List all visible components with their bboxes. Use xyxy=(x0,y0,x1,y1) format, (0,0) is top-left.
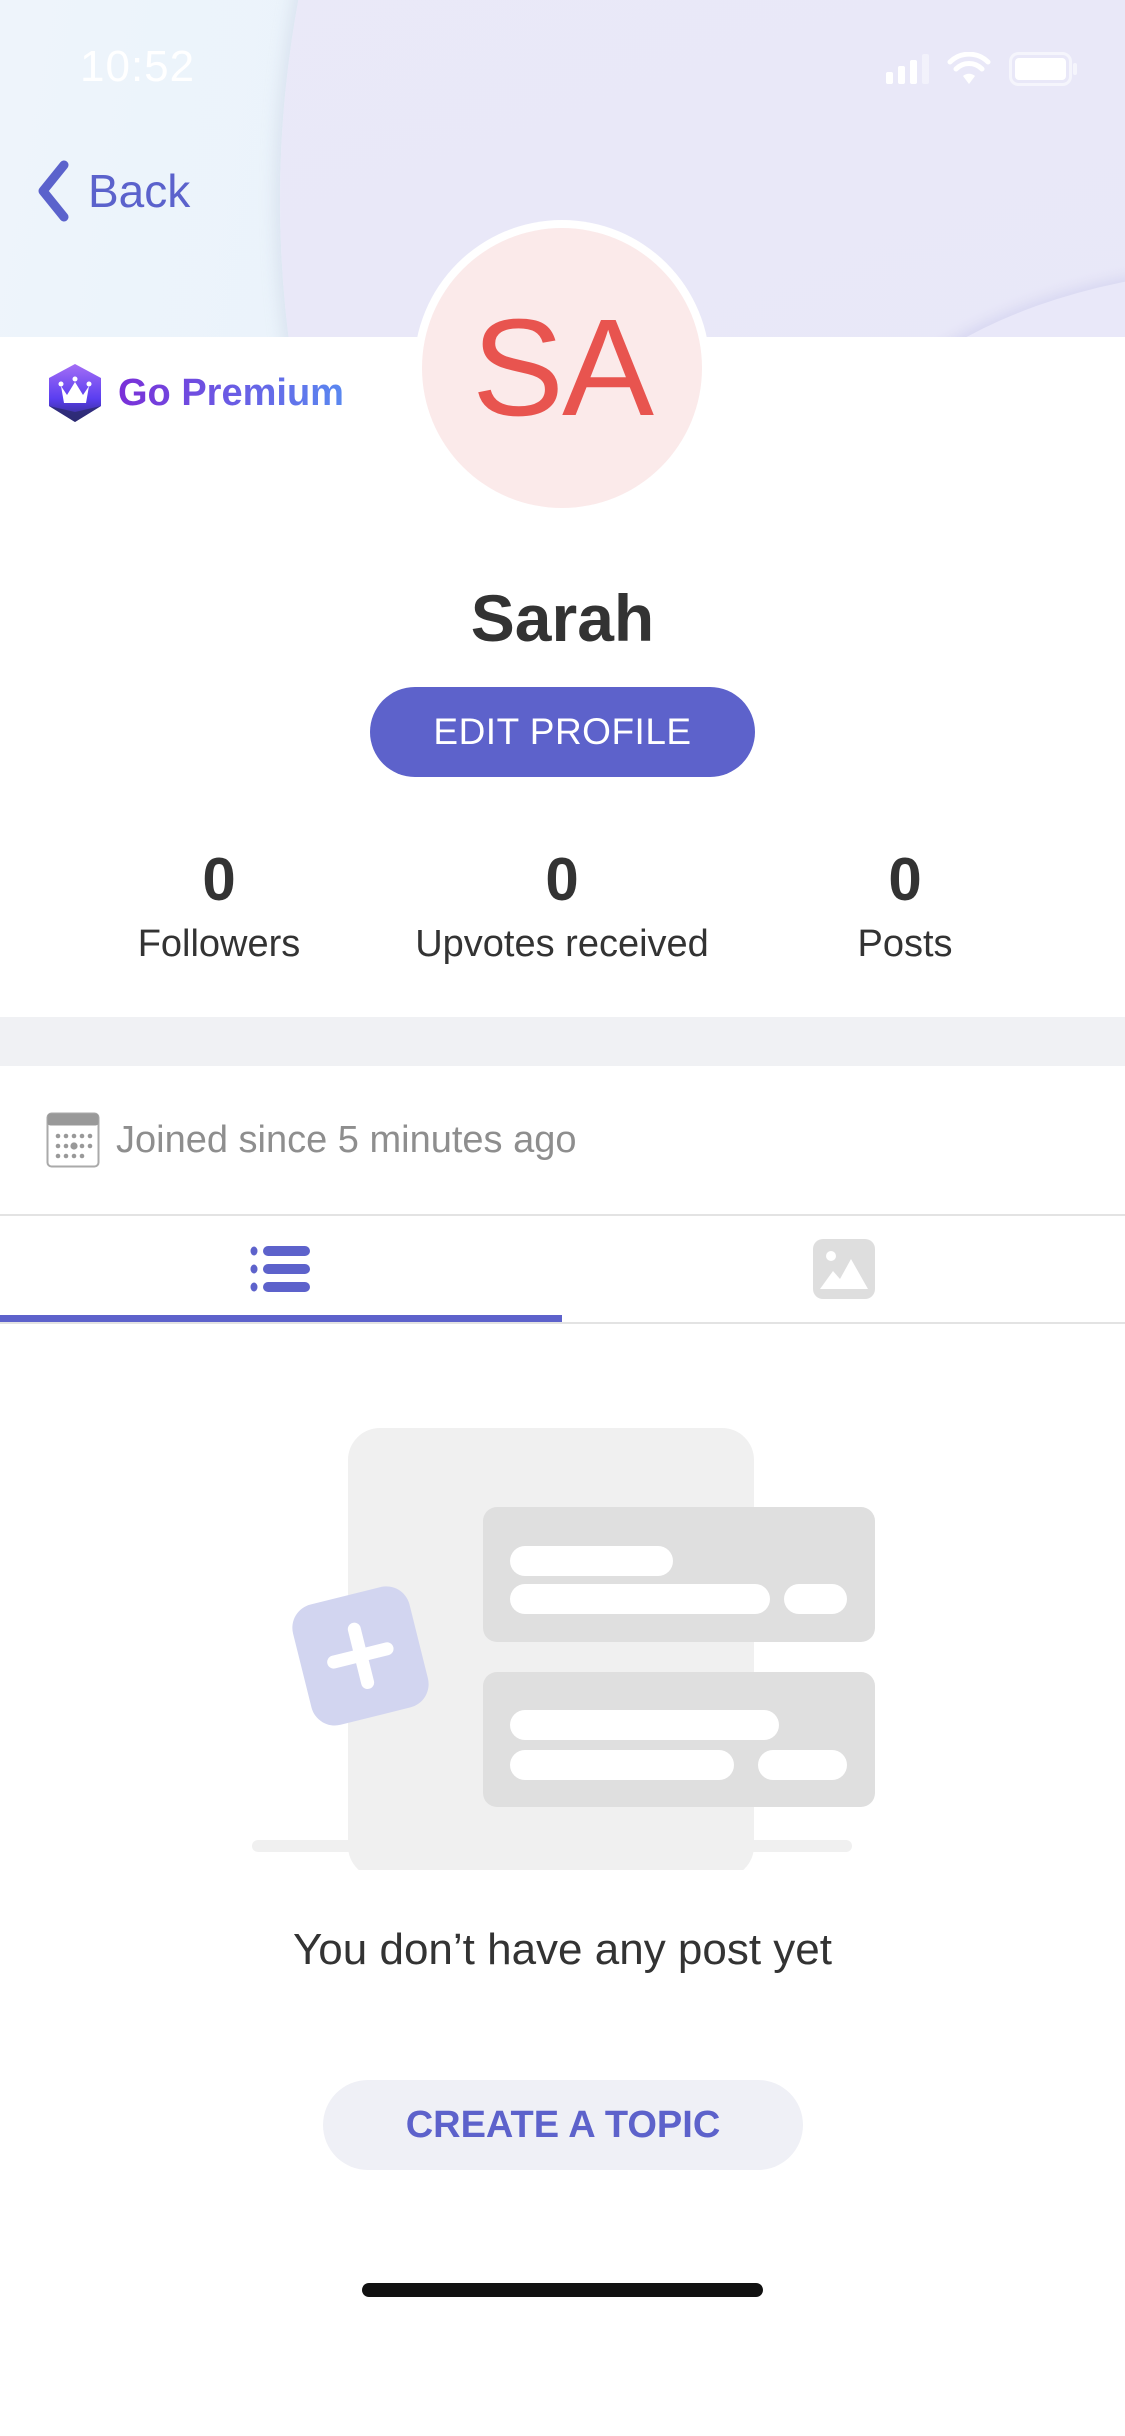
go-premium-label: Go Premium xyxy=(118,371,344,414)
joined-row: Joined since 5 minutes ago xyxy=(46,1112,577,1168)
go-premium-button[interactable]: Go Premium xyxy=(46,362,344,424)
back-label: Back xyxy=(88,165,191,217)
edit-profile-button[interactable]: EDIT PROFILE xyxy=(370,687,755,777)
stat-label: Upvotes received xyxy=(415,923,709,965)
back-button[interactable]: Back xyxy=(36,160,190,222)
status-icons xyxy=(886,52,1079,86)
stat-value: 0 xyxy=(888,846,922,913)
signal-icon xyxy=(886,54,929,84)
chevron-left-icon xyxy=(38,160,69,222)
tab-posts-list[interactable] xyxy=(0,1217,562,1321)
stat-label: Posts xyxy=(857,923,953,965)
stat-followers[interactable]: 0 Followers xyxy=(39,845,399,966)
empty-state-message: You don’t have any post yet xyxy=(293,1925,832,1974)
stat-upvotes[interactable]: 0 Upvotes received xyxy=(382,845,742,966)
stat-value: 0 xyxy=(202,846,236,913)
stat-value: 0 xyxy=(545,846,579,913)
illus-base-line xyxy=(252,1840,852,1852)
divider xyxy=(0,1214,1125,1216)
joined-text: Joined since 5 minutes ago xyxy=(116,1118,577,1161)
list-icon xyxy=(250,1246,310,1292)
battery-icon xyxy=(1009,52,1077,86)
divider xyxy=(0,1322,1125,1324)
stat-label: Followers xyxy=(137,923,301,965)
calendar-icon xyxy=(46,1112,100,1168)
crown-gem-icon xyxy=(49,364,101,422)
profile-name: Sarah xyxy=(470,581,655,655)
home-indicator[interactable] xyxy=(362,2283,763,2297)
create-topic-button[interactable]: CREATE A TOPIC xyxy=(323,2080,803,2170)
status-time: 10:52 xyxy=(80,42,196,91)
stat-posts[interactable]: 0 Posts xyxy=(725,845,1085,966)
avatar[interactable]: SA xyxy=(422,228,702,508)
wifi-icon xyxy=(947,52,991,84)
tab-media[interactable] xyxy=(563,1217,1125,1321)
empty-posts-illustration xyxy=(252,1428,875,1870)
image-icon xyxy=(813,1239,875,1299)
section-separator xyxy=(0,1017,1125,1066)
